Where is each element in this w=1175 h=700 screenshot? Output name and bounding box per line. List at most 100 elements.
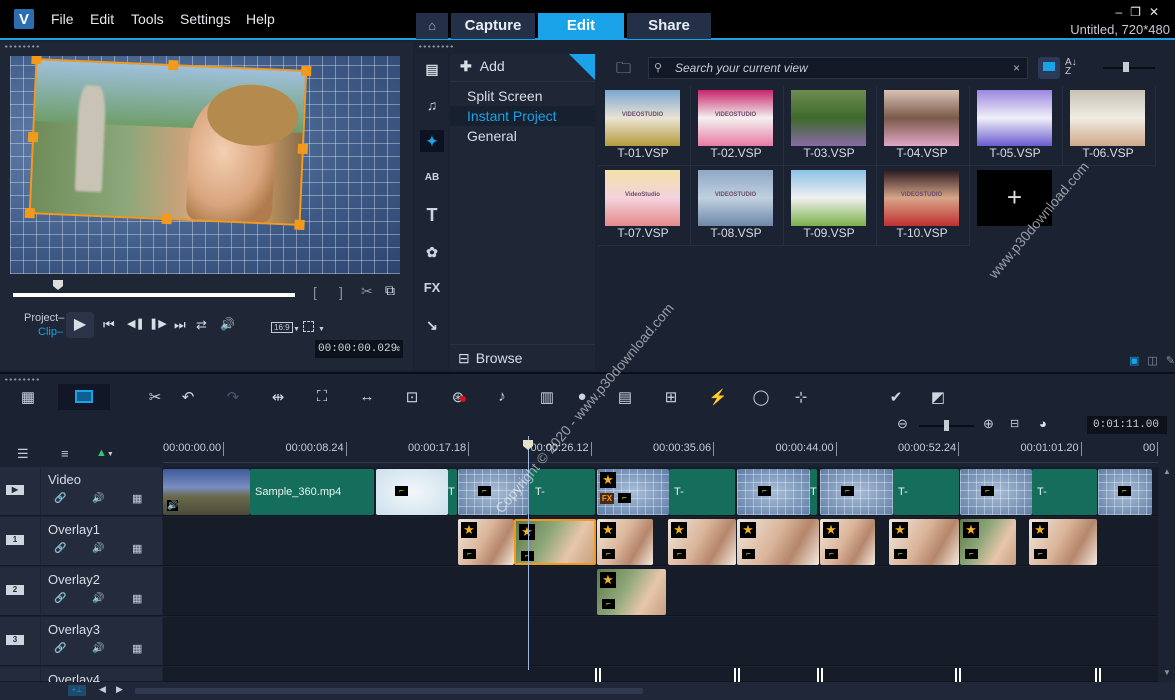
video-clip[interactable]: T-08_M1.MP [1032, 469, 1097, 515]
track-lane-overlay4[interactable] [163, 667, 1158, 682]
checkmark-icon[interactable]: ✔ [884, 388, 908, 406]
tab-capture[interactable]: Capture [451, 13, 535, 39]
close-button[interactable]: ✕ [1149, 5, 1167, 19]
fit-to-timeline-icon[interactable]: ⇹ [266, 388, 290, 406]
add-category-button[interactable]: ✚ Add [460, 58, 505, 75]
browse-button[interactable]: ⊟ Browse [458, 350, 522, 367]
home-tab[interactable]: ⌂ [416, 13, 448, 39]
previous-frame-icon[interactable]: ◀❚ [127, 317, 145, 330]
video-clip[interactable]: Sample_360.mp4 [250, 469, 374, 515]
overlay-clip[interactable]: ★⌐ [458, 519, 514, 565]
chapter-marker[interactable] [595, 668, 601, 682]
panel-grip[interactable] [418, 45, 454, 48]
next-frame-icon[interactable]: ❚▶ [149, 317, 167, 330]
tab-share[interactable]: Share [627, 13, 711, 39]
transition-clip[interactable]: ⌐ [960, 469, 1032, 515]
edit-icon[interactable]: ✎ [1166, 355, 1175, 367]
tools-icon[interactable]: ✂ [143, 388, 167, 406]
transition-icon[interactable]: AB [420, 167, 444, 189]
transition-clip[interactable]: ⌐ [820, 469, 893, 515]
library-item[interactable]: VIDEOSTUDIO T-08.VSP [691, 166, 784, 246]
menu-file[interactable]: File [51, 11, 74, 27]
menu-help[interactable]: Help [246, 11, 275, 27]
track-camera-icon[interactable]: 3 [6, 635, 24, 645]
video-clip[interactable]: T [448, 469, 457, 515]
resize-handle[interactable] [24, 207, 35, 219]
ripple-editing-icon[interactable]: ▲▼ [96, 447, 114, 459]
overlay-clip[interactable]: ★⌐ [668, 519, 736, 565]
chevron-down-icon[interactable]: ▼ [318, 326, 325, 333]
overlay-clip[interactable]: ★⌐ [597, 569, 666, 615]
track-grid-icon[interactable]: ▦ [132, 592, 142, 605]
scrubber-track[interactable] [13, 293, 295, 297]
link-icon[interactable]: 🔗 [54, 493, 66, 504]
crop-icon[interactable]: ⊹ [789, 388, 813, 406]
track-camera-icon[interactable]: 1 [6, 535, 24, 545]
overlay-clip[interactable]: ★⌐ [889, 519, 959, 565]
track-grid-icon[interactable]: ▦ [132, 492, 142, 505]
preview-timecode[interactable]: 00:00:00.029 ⇕ [315, 340, 403, 358]
track-height-icon[interactable]: +⊥ [68, 685, 86, 696]
go-to-start-icon[interactable]: ⏮ [103, 317, 115, 333]
track-lane-overlay1[interactable]: ★⌐★⌐★⌐★⌐★⌐★⌐★⌐★⌐★⌐ [163, 517, 1158, 566]
repeat-icon[interactable]: ⇄ [196, 317, 207, 333]
stretch-icon[interactable]: ⊡ [400, 388, 424, 406]
mark-in-button[interactable]: [ [313, 284, 317, 300]
enlarge-preview-icon[interactable]: ⧉ [385, 282, 395, 299]
track-volume-icon[interactable]: 🔊 [92, 593, 104, 604]
thumbnail-size-slider-thumb[interactable] [1123, 62, 1129, 72]
video-clip[interactable]: T-08_M1.MP [529, 469, 595, 515]
timecode-spinner-icon[interactable]: ⇕ [396, 340, 401, 358]
category-split-screen[interactable]: Split Screen [450, 86, 595, 106]
track-volume-icon[interactable]: 🔊 [92, 643, 104, 654]
fx-icon[interactable]: FX [420, 277, 444, 299]
pin-icon[interactable] [569, 54, 595, 80]
subtitle-editor-icon[interactable]: ▤ [613, 388, 637, 406]
aspect-ratio-button[interactable]: 16:9 [271, 322, 293, 333]
graphics-icon[interactable]: ✿ [420, 241, 444, 263]
resize-handle[interactable] [297, 143, 309, 155]
track-camera-icon[interactable]: ▶ [6, 485, 24, 495]
project-duration[interactable]: 0:01:11.00 [1087, 416, 1167, 434]
overlay-clip-frame[interactable] [24, 56, 312, 231]
instant-project-icon[interactable]: ✦ [420, 130, 444, 152]
restore-button[interactable]: ❐ [1130, 5, 1149, 19]
zoom-slider-thumb[interactable] [944, 420, 949, 431]
library-item[interactable]: VIDEOSTUDIO T-02.VSP [691, 86, 784, 166]
link-icon[interactable]: 🔗 [54, 543, 66, 554]
library-item[interactable]: VIDEOSTUDIO T-10.VSP [877, 166, 970, 246]
chapter-marker[interactable] [734, 668, 740, 682]
view-mode-button[interactable] [1038, 57, 1060, 79]
track-grid-icon[interactable]: ▦ [132, 642, 142, 655]
go-to-end-icon[interactable]: ⏭ [174, 317, 186, 333]
library-item[interactable]: T-05.VSP [970, 86, 1063, 166]
zoom-out-icon[interactable]: ⊖ [897, 416, 908, 432]
track-camera-icon[interactable]: 2 [6, 585, 24, 595]
resize-handle[interactable] [168, 59, 179, 71]
library-item[interactable]: T-06.VSP [1063, 86, 1156, 166]
track-lane-video[interactable]: 🔊 Sample_360.mp4 ⌐ T ⌐ T-08_M1.MP ★ FX ⌐ T-08_M1.… [163, 467, 1158, 516]
track-volume-icon[interactable]: 🔊 [92, 493, 104, 504]
scroll-right-icon[interactable]: ▶ [116, 684, 123, 695]
scroll-left-icon[interactable]: ◀ [99, 684, 106, 695]
overlay-clip[interactable]: ★⌐ [820, 519, 875, 565]
category-instant-project[interactable]: Instant Project [450, 106, 595, 126]
timeline-vertical-scrollbar[interactable]: ▲ ▼ [1160, 467, 1175, 677]
category-general[interactable]: General [450, 126, 595, 146]
link-icon[interactable]: 🔗 [54, 643, 66, 654]
panel-grip[interactable] [4, 378, 40, 381]
panel-grip[interactable] [4, 45, 40, 48]
tab-edit[interactable]: Edit [538, 13, 624, 39]
pan-zoom-icon[interactable]: ⛶ [310, 388, 334, 405]
menu-settings[interactable]: Settings [180, 11, 231, 27]
resize-handle[interactable] [31, 56, 42, 65]
library-item[interactable]: VIDEOSTUDIO T-01.VSP [598, 86, 691, 166]
video-clip[interactable]: T-08_M1.MP [893, 469, 959, 515]
overlay-clip[interactable]: ★⌐ [514, 519, 596, 565]
split-view-icon[interactable]: ◫ [1147, 355, 1157, 367]
fit-project-icon[interactable]: ⊟ [1010, 417, 1019, 430]
redo-icon[interactable]: ↷ [221, 388, 245, 406]
chevron-down-icon[interactable]: ▼ [293, 326, 300, 333]
scrubber-thumb[interactable] [53, 280, 63, 290]
library-item[interactable]: T-04.VSP [877, 86, 970, 166]
